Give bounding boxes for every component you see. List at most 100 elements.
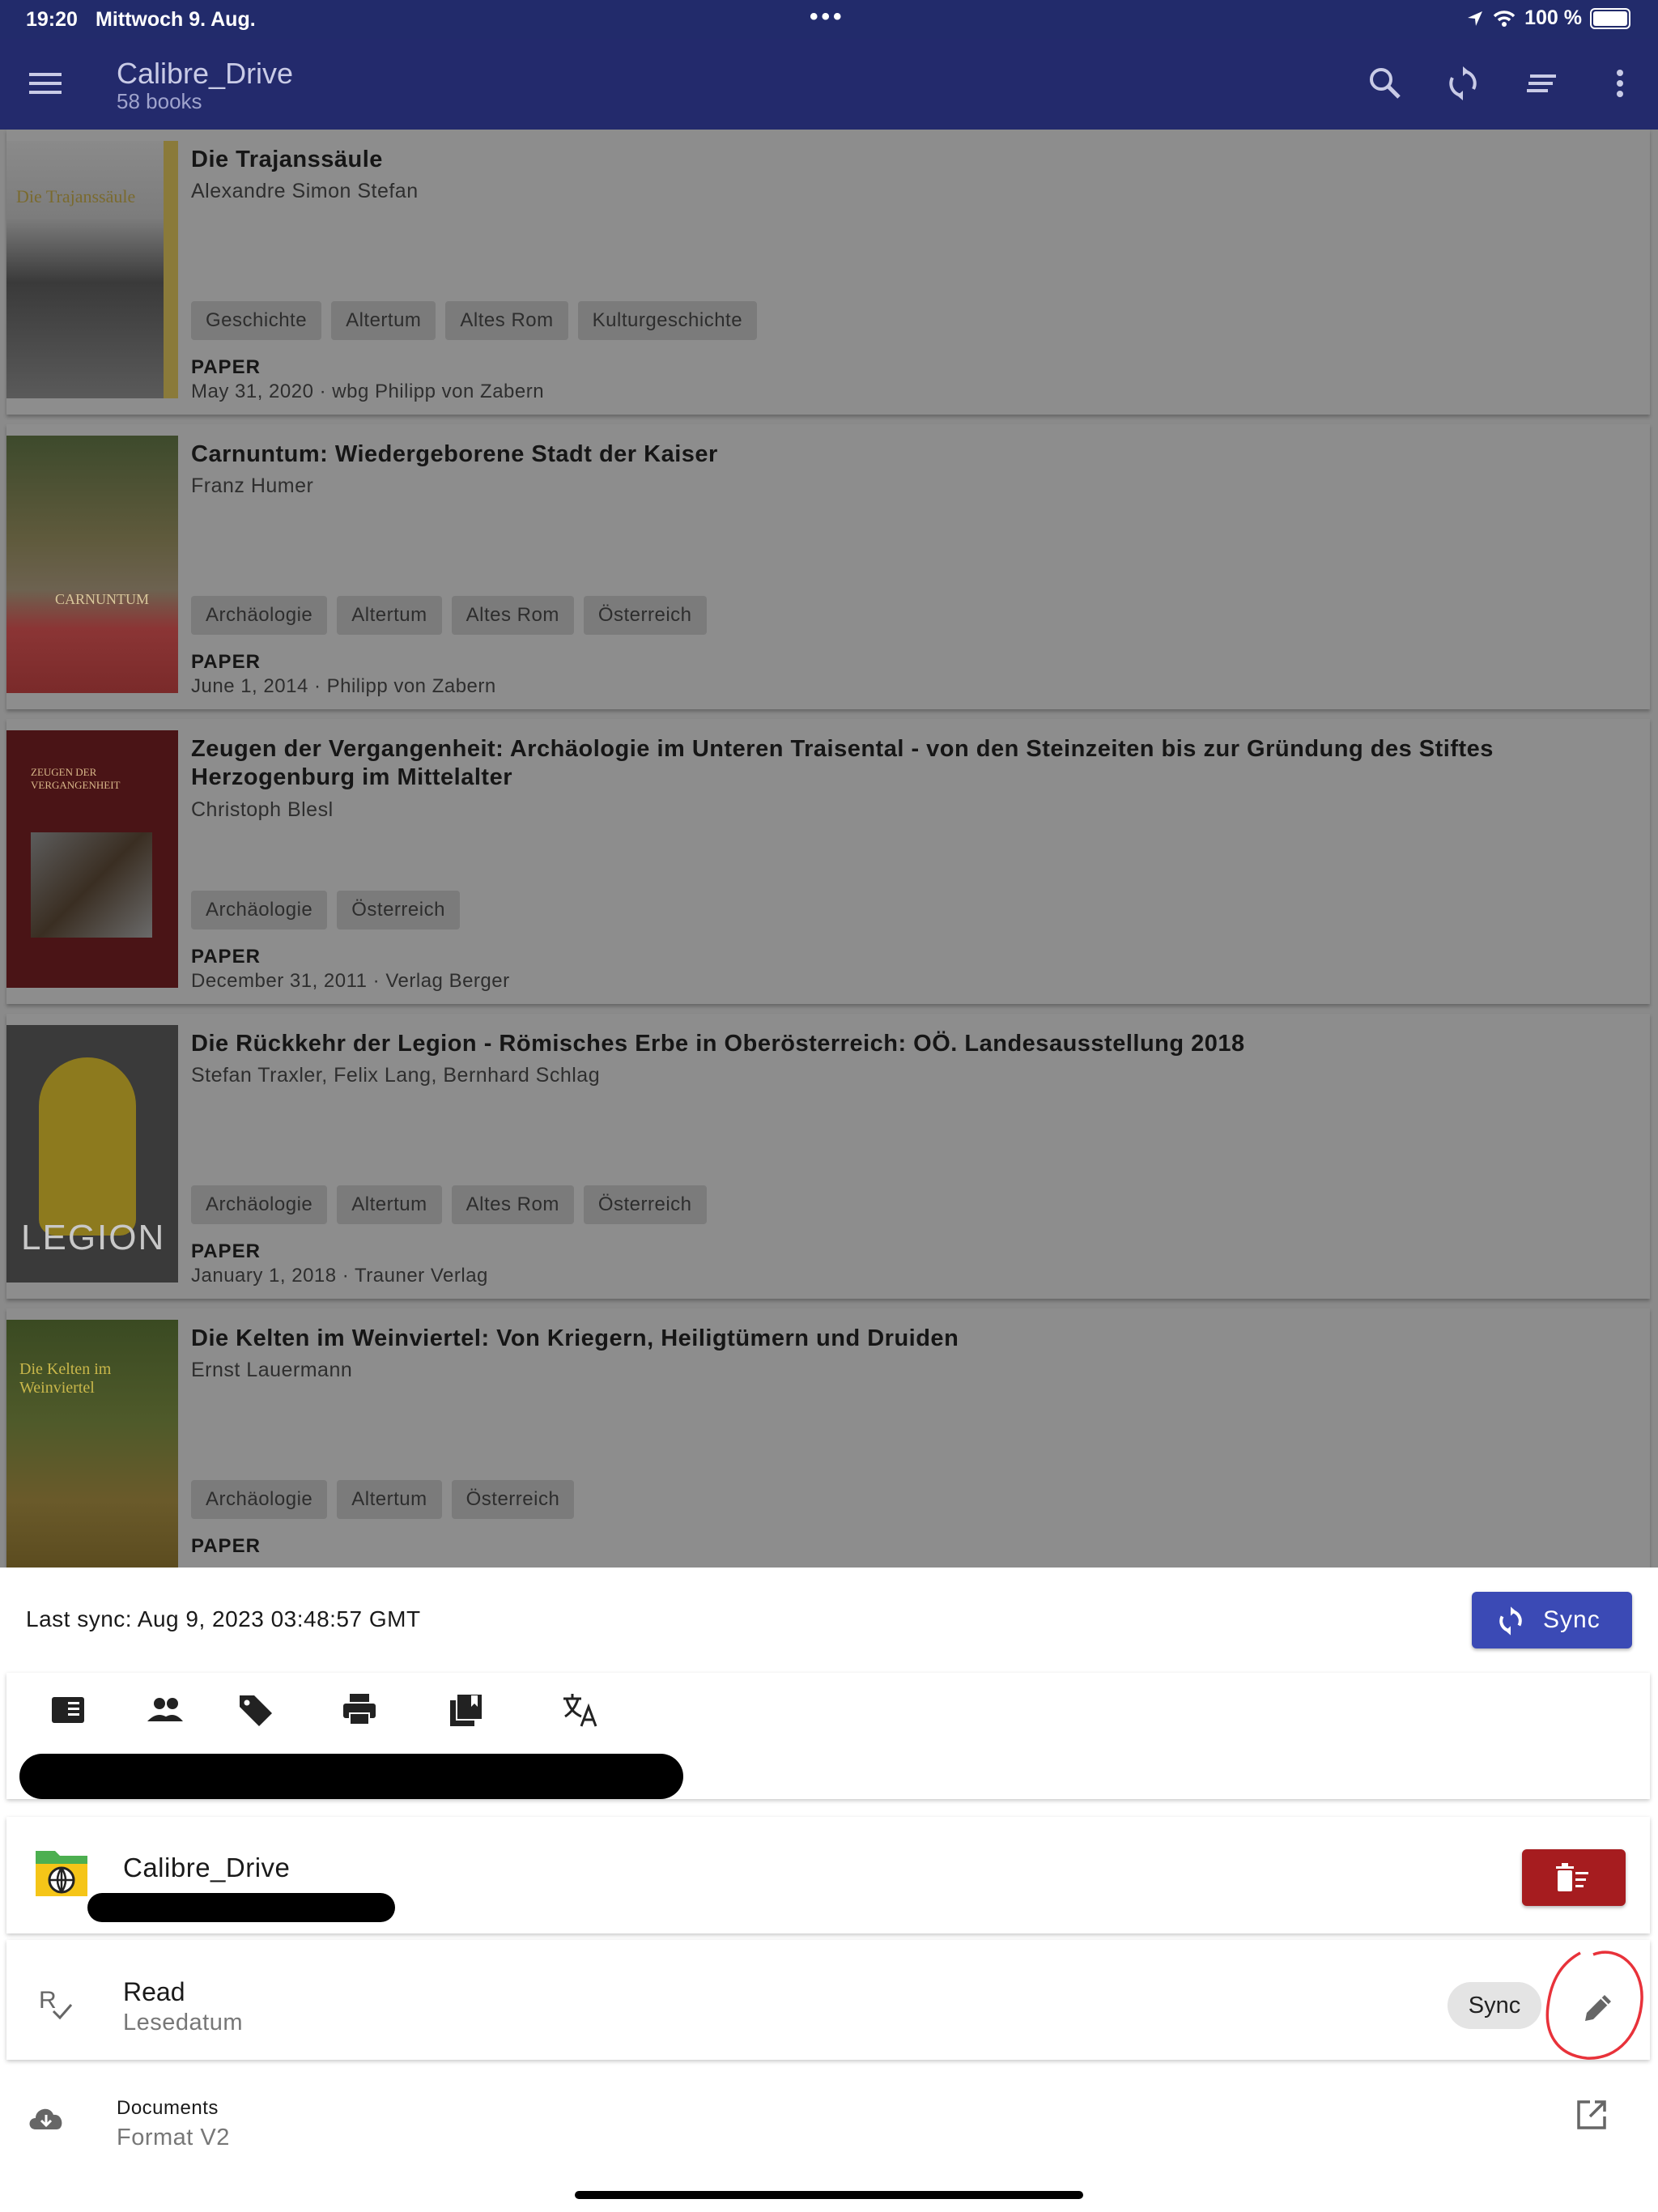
- wifi-icon: [1493, 10, 1516, 27]
- book-published: June 1, 2014 · Philipp von Zabern: [191, 675, 496, 697]
- sync-chip[interactable]: Sync: [1448, 1982, 1541, 2029]
- svg-text:R: R: [39, 1987, 57, 2014]
- book-title: Die Kelten im Weinviertel: Von Kriegern,…: [191, 1325, 959, 1351]
- tag-chip[interactable]: Archäologie: [191, 891, 328, 929]
- tag-chip[interactable]: Altertum: [337, 596, 442, 635]
- app-title: Calibre_Drive: [117, 57, 294, 90]
- book-tags: Archäologie Altertum Altes Rom Österreic…: [191, 1185, 707, 1224]
- redaction-scribble: [19, 1754, 683, 1799]
- tag-chip[interactable]: Archäologie: [191, 1185, 328, 1224]
- book-card[interactable]: Die Trajanssäule Die Trajanssäule Alexan…: [6, 130, 1650, 415]
- tag-chip[interactable]: Archäologie: [191, 1480, 328, 1519]
- redaction-scribble: [87, 1893, 395, 1922]
- book-published: May 31, 2020 · wbg Philipp von Zabern: [191, 381, 545, 402]
- tag-chip[interactable]: Altes Rom: [445, 301, 568, 340]
- sort-icon[interactable]: [1522, 63, 1562, 104]
- action-icon-panel: [6, 1673, 1650, 1799]
- read-check-icon: R: [39, 1987, 73, 2020]
- book-author: Ernst Lauermann: [191, 1359, 353, 1381]
- tag-chip[interactable]: Altes Rom: [451, 1185, 574, 1224]
- cover-title: CARNUNTUM: [55, 591, 150, 607]
- book-author: Alexandre Simon Stefan: [191, 180, 419, 202]
- delete-sweep-icon: [1556, 1863, 1588, 1891]
- cover-title: Die Trajanssäule: [16, 186, 136, 206]
- book-count: 58 books: [117, 89, 202, 113]
- book-format: PAPER: [191, 946, 261, 968]
- hamburger-menu-icon[interactable]: [29, 71, 62, 96]
- book-title: Zeugen der Vergangenheit: Archäologie im…: [191, 736, 1494, 790]
- book-cover: CARNUNTUM: [6, 436, 178, 693]
- tag-chip[interactable]: Österreich: [451, 1480, 575, 1519]
- status-bar: 19:20 Mittwoch 9. Aug. ••• 100 %: [0, 0, 1658, 39]
- library-name: Calibre_Drive: [123, 1853, 291, 1882]
- more-options-icon[interactable]: [1600, 63, 1640, 104]
- printer-icon[interactable]: [340, 1691, 379, 1729]
- library-icon[interactable]: [447, 1691, 486, 1729]
- book-cover: ZEUGEN DER VERGANGENHEIT: [6, 730, 178, 988]
- library-panel: Calibre_Drive: [6, 1817, 1650, 1933]
- tag-chip[interactable]: Kulturgeschichte: [577, 301, 758, 340]
- status-time: 19:20: [26, 8, 78, 31]
- book-cover: Die Kelten im Weinviertel: [6, 1320, 178, 1568]
- battery-percent: 100 %: [1524, 6, 1582, 29]
- read-column-title: Read: [123, 1977, 185, 2006]
- folder-globe-icon: [36, 1851, 87, 1896]
- cover-title: Die Kelten im Weinviertel: [19, 1360, 112, 1397]
- last-sync-text: Last sync: Aug 9, 2023 03:48:57 GMT: [26, 1606, 421, 1631]
- book-format: PAPER: [191, 1535, 261, 1557]
- tag-chip[interactable]: Österreich: [337, 891, 460, 929]
- book-card[interactable]: Die Kelten im Weinviertel Die Kelten im …: [6, 1308, 1650, 1568]
- battery-icon: [1590, 7, 1630, 29]
- book-tags: Archäologie Österreich: [191, 891, 460, 929]
- home-indicator[interactable]: [575, 2191, 1083, 2199]
- documents-subtitle: Format V2: [117, 2125, 230, 2150]
- book-tags: Archäologie Altertum Österreich: [191, 1480, 575, 1519]
- tag-chip[interactable]: Österreich: [583, 1185, 707, 1224]
- book-card[interactable]: CARNUNTUM Carnuntum: Wiedergeborene Stad…: [6, 424, 1650, 709]
- multitasking-dots-icon[interactable]: •••: [810, 3, 845, 31]
- location-icon: [1468, 11, 1483, 26]
- status-date: Mittwoch 9. Aug.: [96, 8, 256, 31]
- sync-button-label: Sync: [1543, 1606, 1601, 1633]
- sync-icon: [1499, 1606, 1522, 1636]
- book-published: January 1, 2018 · Trauner Verlag: [191, 1265, 488, 1287]
- cloud-download-icon: [29, 2108, 62, 2129]
- bottom-sheet: Last sync: Aug 9, 2023 03:48:57 GMT Sync: [0, 1568, 1658, 2212]
- tag-chip[interactable]: Geschichte: [191, 301, 322, 340]
- book-author: Franz Humer: [191, 474, 314, 497]
- book-cover: Die Trajanssäule: [6, 141, 178, 398]
- status-indicators: 100 %: [1466, 6, 1630, 30]
- open-external-icon[interactable]: [1574, 2097, 1609, 2133]
- tag-chip[interactable]: Altes Rom: [451, 596, 574, 635]
- tag-chip[interactable]: Altertum: [337, 1480, 442, 1519]
- book-format: PAPER: [191, 651, 261, 673]
- app-bar: Calibre_Drive 58 books: [0, 39, 1658, 130]
- book-published: December 31, 2011 · Verlag Berger: [191, 970, 510, 992]
- sync-icon[interactable]: [1443, 63, 1483, 104]
- book-format: PAPER: [191, 356, 261, 378]
- book-card[interactable]: LEGION Die Rückkehr der Legion - Römisch…: [6, 1014, 1650, 1299]
- book-list: Die Trajanssäule Die Trajanssäule Alexan…: [0, 130, 1658, 1568]
- tag-icon[interactable]: [236, 1691, 275, 1729]
- documents-title: Documents: [117, 2097, 219, 2119]
- book-title: Carnuntum: Wiedergeborene Stadt der Kais…: [191, 441, 718, 467]
- tag-chip[interactable]: Altertum: [337, 1185, 442, 1224]
- search-icon[interactable]: [1365, 63, 1405, 104]
- tag-chip[interactable]: Altertum: [331, 301, 436, 340]
- book-tags: Archäologie Altertum Altes Rom Österreic…: [191, 596, 707, 635]
- book-author: Stefan Traxler, Felix Lang, Bernhard Sch…: [191, 1064, 601, 1087]
- book-cover: LEGION: [6, 1025, 178, 1283]
- read-column-subtitle: Lesedatum: [123, 2010, 243, 2035]
- tag-chip[interactable]: Archäologie: [191, 596, 328, 635]
- book-tags: Geschichte Altertum Altes Rom Kulturgesc…: [191, 301, 758, 340]
- delete-library-button[interactable]: [1522, 1849, 1626, 1906]
- book-card[interactable]: ZEUGEN DER VERGANGENHEIT Zeugen der Verg…: [6, 719, 1650, 1004]
- book-format: PAPER: [191, 1240, 261, 1262]
- sync-button[interactable]: Sync: [1472, 1592, 1632, 1648]
- book-icon[interactable]: [49, 1691, 87, 1729]
- people-icon[interactable]: [146, 1691, 185, 1729]
- translate-icon[interactable]: [560, 1691, 599, 1729]
- book-title: Die Rückkehr der Legion - Römisches Erbe…: [191, 1031, 1245, 1057]
- read-column-panel: R Read Lesedatum Sync: [6, 1940, 1650, 2060]
- tag-chip[interactable]: Österreich: [583, 596, 707, 635]
